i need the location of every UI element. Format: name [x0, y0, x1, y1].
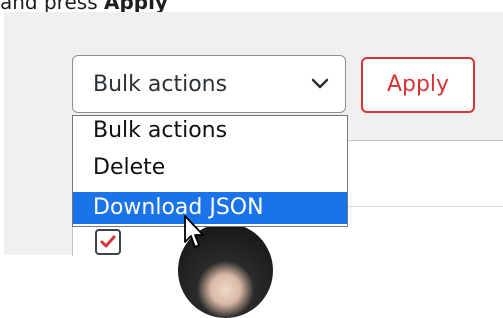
- chevron-down-icon: [311, 78, 329, 89]
- checkbox-checked-icon: [100, 235, 116, 248]
- bulk-actions-select[interactable]: Bulk actions: [72, 55, 346, 113]
- instruction-text: and press Apply: [0, 0, 168, 12]
- row-checkbox[interactable]: [95, 229, 121, 255]
- mouse-cursor-icon: [184, 215, 204, 248]
- apply-button[interactable]: Apply: [361, 57, 475, 113]
- bulk-actions-dropdown-list: Bulk actions Delete Download JSON: [72, 115, 348, 227]
- bulk-actions-select-label: Bulk actions: [93, 72, 228, 97]
- option-delete[interactable]: Delete: [73, 155, 347, 181]
- option-bulk-actions[interactable]: Bulk actions: [73, 118, 347, 144]
